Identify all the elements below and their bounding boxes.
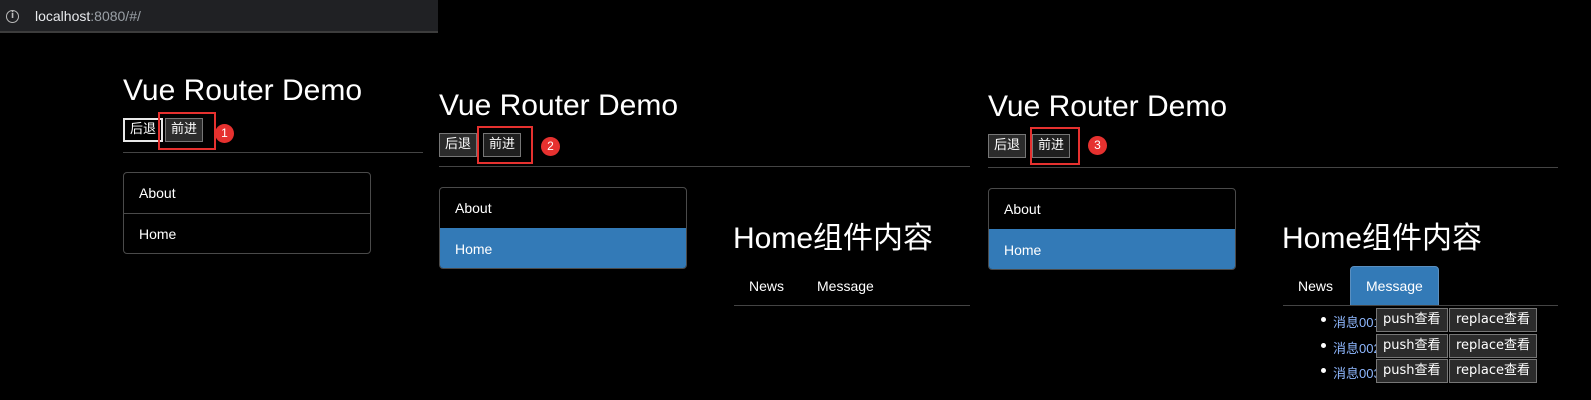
nav-list: About Home [439, 187, 687, 269]
nav-item-home[interactable]: Home [989, 229, 1235, 269]
nav-item-about[interactable]: About [124, 173, 370, 213]
tab-message[interactable]: Message [802, 266, 889, 306]
divider [439, 166, 970, 167]
replace-view-button[interactable]: replace查看 [1449, 333, 1538, 358]
address-bar[interactable]: i localhost:8080/#/ [0, 0, 438, 33]
tab-divider [734, 305, 970, 306]
tab-news[interactable]: News [734, 266, 799, 306]
tab-message[interactable]: Message [1350, 266, 1439, 306]
highlight-box [158, 112, 216, 150]
info-icon[interactable]: i [6, 10, 19, 23]
back-button[interactable]: 后退 [439, 133, 478, 157]
url-host: localhost [35, 8, 91, 24]
push-view-button[interactable]: push查看 [1376, 333, 1448, 358]
page-title: Vue Router Demo [988, 90, 1228, 123]
bullet-icon [1321, 317, 1326, 322]
step-badge: 1 [215, 124, 234, 143]
bullet-icon [1321, 368, 1326, 373]
list-item: 消息003 push查看 replace查看 [1321, 358, 1561, 384]
step-badge: 2 [541, 137, 560, 156]
tab-bar: News Message [1283, 266, 1558, 306]
list-item: 消息001 push查看 replace查看 [1321, 307, 1561, 333]
replace-view-button[interactable]: replace查看 [1449, 308, 1538, 332]
page-title: Vue Router Demo [439, 89, 679, 122]
message-link[interactable]: 消息002 [1333, 338, 1381, 357]
page-title: Vue Router Demo [123, 74, 363, 107]
nav-item-about[interactable]: About [989, 189, 1235, 229]
nav-list: About Home [123, 172, 371, 254]
nav-list: About Home [988, 188, 1236, 270]
divider [123, 152, 423, 153]
nav-item-home[interactable]: Home [124, 213, 370, 253]
list-item: 消息002 push查看 replace查看 [1321, 333, 1561, 359]
message-link[interactable]: 消息001 [1333, 312, 1381, 331]
bullet-icon [1321, 342, 1326, 348]
push-view-button[interactable]: push查看 [1376, 359, 1448, 383]
tab-divider [1283, 305, 1558, 306]
tab-bar: News Message [734, 266, 970, 306]
message-list: 消息001 push查看 replace查看 消息002 push查看 repl… [1321, 307, 1561, 384]
replace-view-button[interactable]: replace查看 [1449, 359, 1538, 383]
url-path: :8080/#/ [90, 8, 141, 24]
nav-item-about[interactable]: About [440, 188, 686, 228]
highlight-box [477, 126, 533, 164]
back-button[interactable]: 后退 [123, 118, 164, 142]
content-title: Home组件内容 [733, 222, 934, 255]
url-text[interactable]: localhost:8080/#/ [35, 8, 141, 24]
message-link[interactable]: 消息003 [1333, 363, 1381, 382]
nav-item-home[interactable]: Home [440, 228, 686, 268]
content-title: Home组件内容 [1282, 222, 1483, 255]
push-view-button[interactable]: push查看 [1376, 308, 1448, 332]
highlight-box [1030, 127, 1080, 165]
divider [988, 167, 1558, 168]
step-badge: 3 [1088, 136, 1107, 155]
back-button[interactable]: 后退 [988, 134, 1027, 158]
tab-news[interactable]: News [1283, 266, 1348, 306]
